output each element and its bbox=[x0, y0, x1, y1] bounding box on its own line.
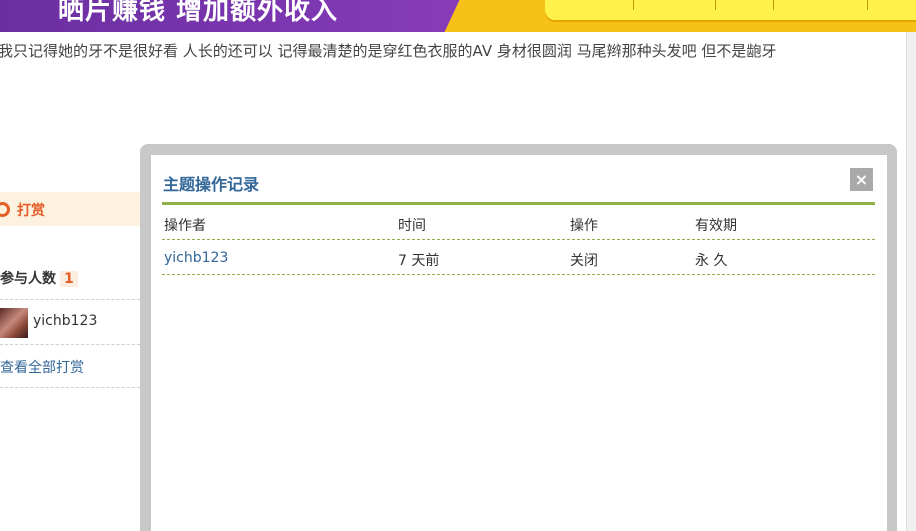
close-icon[interactable]: × bbox=[850, 168, 873, 191]
top-banner[interactable]: 晒片赚钱 增加额外收入 bbox=[0, 0, 916, 32]
thread-operation-log-dialog: 主题操作记录 × 操作者 时间 操作 有效期 yichb123 7 天前 关闭 … bbox=[151, 155, 887, 531]
action-cell: 关闭 bbox=[570, 253, 598, 269]
page-scrollbar[interactable] bbox=[906, 32, 916, 531]
column-header-validity: 有效期 bbox=[695, 218, 737, 234]
banner-slogan: 晒片赚钱 增加额外收入 bbox=[58, 0, 339, 26]
column-header-time: 时间 bbox=[398, 218, 426, 234]
dialog-title: 主题操作记录 bbox=[163, 175, 260, 194]
participants-label: 参与人数 bbox=[0, 271, 56, 287]
banner-nav-divider bbox=[773, 0, 774, 10]
reward-ring-icon bbox=[0, 202, 10, 217]
banner-nav-panel[interactable] bbox=[545, 0, 916, 20]
post-content: 我只记得她的牙不是很好看 人长的还可以 记得最清楚的是穿红色衣服的AV 身材很圆… bbox=[0, 42, 777, 60]
avatar[interactable] bbox=[0, 308, 28, 338]
validity-cell: 永 久 bbox=[695, 253, 728, 269]
banner-purple-area: 晒片赚钱 增加额外收入 bbox=[0, 0, 470, 32]
reward-button[interactable]: 打赏 bbox=[0, 192, 150, 226]
operator-link[interactable]: yichb123 bbox=[164, 250, 228, 266]
participants-count-badge: 1 bbox=[60, 271, 78, 287]
divider bbox=[0, 299, 150, 300]
table-header-row: 操作者 时间 操作 有效期 bbox=[162, 205, 875, 240]
time-cell: 7 天前 bbox=[398, 253, 440, 269]
operation-log-table: 操作者 时间 操作 有效期 yichb123 7 天前 关闭 永 久 bbox=[162, 205, 875, 275]
participants-heading: 参与人数 1 bbox=[0, 268, 78, 288]
divider bbox=[0, 344, 150, 345]
participant-username[interactable]: yichb123 bbox=[33, 313, 97, 329]
column-header-action: 操作 bbox=[570, 218, 598, 234]
reward-label: 打赏 bbox=[17, 203, 45, 219]
view-all-rewards-link[interactable]: 查看全部打赏 bbox=[0, 357, 84, 377]
banner-nav-divider bbox=[867, 0, 868, 10]
banner-nav-divider bbox=[633, 0, 634, 10]
column-header-operator: 操作者 bbox=[164, 218, 206, 234]
table-row: yichb123 7 天前 关闭 永 久 bbox=[162, 240, 875, 275]
divider bbox=[0, 387, 150, 388]
banner-nav-divider bbox=[715, 0, 716, 10]
